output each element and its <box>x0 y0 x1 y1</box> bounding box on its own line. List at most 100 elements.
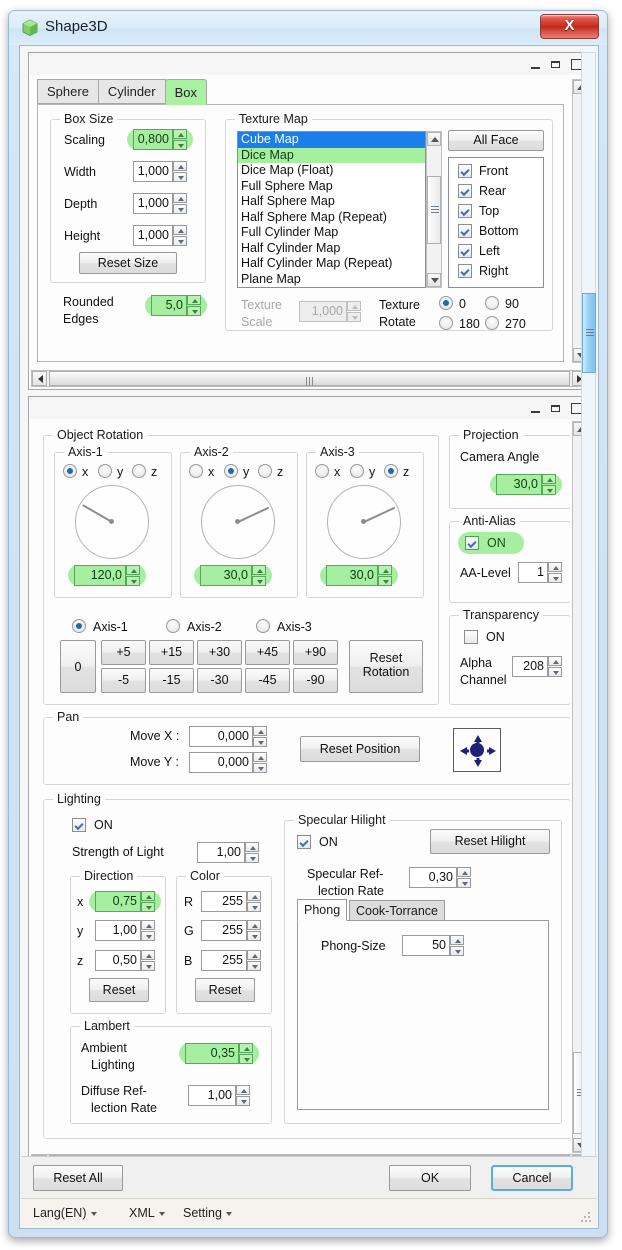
menu-xml[interactable]: XML <box>129 1206 165 1220</box>
minimize-icon[interactable] <box>531 403 542 414</box>
rotation-plus-15-button[interactable]: +15 <box>149 640 194 665</box>
strength-of-light-value[interactable]: 1,00 <box>197 842 245 863</box>
radio-texture-rotate-0[interactable] <box>439 296 453 310</box>
color-r-value[interactable]: 255 <box>201 891 247 912</box>
rotation-minus-5-button[interactable]: -5 <box>101 668 146 693</box>
list-item[interactable]: Plane Map <box>238 272 425 288</box>
pan-compass[interactable] <box>453 728 501 772</box>
width-value[interactable]: 1,000 <box>133 161 173 182</box>
checkbox-rear[interactable] <box>458 184 472 198</box>
reset-all-button[interactable]: Reset All <box>33 1165 123 1191</box>
axis-1-angle-spinner[interactable]: 120,0 <box>68 565 146 586</box>
color-reset-button[interactable]: Reset <box>195 978 255 1002</box>
depth-value[interactable]: 1,000 <box>133 193 173 214</box>
rotation-minus-15-button[interactable]: -15 <box>149 668 194 693</box>
texture-list-scrollbar[interactable] <box>426 131 442 288</box>
move-x-spinner[interactable]: 0,000 <box>189 726 267 747</box>
maximize-icon[interactable] <box>551 59 562 70</box>
list-item[interactable]: Half Sphere Map (Repeat) <box>238 210 425 226</box>
alpha-channel-arrows[interactable] <box>548 656 562 677</box>
list-item[interactable]: Half Sphere Map <box>238 194 425 210</box>
radio-axis2-x[interactable] <box>189 464 203 478</box>
color-r-spinner[interactable]: 255 <box>201 891 261 912</box>
tab-phong[interactable]: Phong <box>297 899 348 921</box>
radio-axis3-x[interactable] <box>315 464 329 478</box>
specular-rate-value[interactable]: 0,30 <box>409 867 457 888</box>
direction-x-value[interactable]: 0,75 <box>95 891 141 912</box>
scroll-up-icon[interactable] <box>427 132 441 146</box>
color-b-value[interactable]: 255 <box>201 950 247 971</box>
list-item[interactable]: Half Cylinder Map (Repeat) <box>238 256 425 272</box>
radio-axis2-y[interactable] <box>224 464 238 478</box>
reset-position-button[interactable]: Reset Position <box>300 736 420 762</box>
maximize-icon[interactable] <box>551 403 562 414</box>
minimize-icon[interactable] <box>531 59 542 70</box>
radio-texture-rotate-90[interactable] <box>485 296 499 310</box>
color-r-arrows[interactable] <box>247 891 261 912</box>
rotation-zero-button[interactable]: 0 <box>60 640 96 693</box>
texture-scale-arrows[interactable] <box>347 301 361 322</box>
list-item[interactable]: Cube Map <box>238 132 425 148</box>
phong-size-spinner[interactable]: 50 <box>402 935 464 956</box>
shape-frame-hscrollbar[interactable] <box>31 370 588 387</box>
aa-level-value[interactable]: 1 <box>518 562 548 583</box>
move-x-arrows[interactable] <box>253 726 267 747</box>
radio-axis1-y[interactable] <box>98 464 112 478</box>
rounded-edges-arrows[interactable] <box>187 295 201 316</box>
alpha-channel-spinner[interactable]: 208 <box>512 656 562 677</box>
list-item[interactable]: Dice Map <box>238 147 425 163</box>
scroll-left-icon[interactable] <box>32 371 47 386</box>
direction-z-spinner[interactable]: 0,50 <box>95 950 155 971</box>
depth-arrows[interactable] <box>173 193 187 214</box>
radio-axis3-z[interactable] <box>384 464 398 478</box>
strength-of-light-spinner[interactable]: 1,00 <box>197 842 259 863</box>
scaling-arrows[interactable] <box>173 129 187 150</box>
radio-axis3-y[interactable] <box>350 464 364 478</box>
axis-1-angle-arrows[interactable] <box>126 565 140 586</box>
color-g-arrows[interactable] <box>247 920 261 941</box>
checkbox-front[interactable] <box>458 164 472 178</box>
move-y-spinner[interactable]: 0,000 <box>189 752 267 773</box>
axis-3-angle-value[interactable]: 30,0 <box>326 565 378 586</box>
diffuse-rate-arrows[interactable] <box>236 1085 250 1106</box>
aa-level-spinner[interactable]: 1 <box>518 562 562 583</box>
height-spinner[interactable]: 1,000 <box>133 225 187 246</box>
checkbox-specular-on[interactable] <box>297 835 311 849</box>
radio-target-axis-3[interactable] <box>256 619 270 633</box>
direction-z-arrows[interactable] <box>141 950 155 971</box>
color-b-spinner[interactable]: 255 <box>201 950 261 971</box>
direction-z-value[interactable]: 0,50 <box>95 950 141 971</box>
scrollbar-thumb[interactable] <box>582 293 596 373</box>
menu-setting[interactable]: Setting <box>183 1206 232 1220</box>
width-spinner[interactable]: 1,000 <box>133 161 187 182</box>
direction-x-spinner[interactable]: 0,75 <box>89 891 161 912</box>
axis-1-dial[interactable] <box>75 485 149 559</box>
scroll-down-icon[interactable] <box>427 273 441 287</box>
aa-level-arrows[interactable] <box>548 562 562 583</box>
color-g-spinner[interactable]: 255 <box>201 920 261 941</box>
rotation-plus-90-button[interactable]: +90 <box>293 640 338 665</box>
texture-scale-value[interactable]: 1,000 <box>299 301 347 322</box>
checkbox-transparency-on[interactable] <box>464 630 478 644</box>
checkbox-top[interactable] <box>458 204 472 218</box>
reset-hilight-button[interactable]: Reset Hilight <box>430 829 550 854</box>
list-item[interactable]: Full Sphere Map <box>238 179 425 195</box>
axis-1-angle-value[interactable]: 120,0 <box>74 565 126 586</box>
tab-box[interactable]: Box <box>164 79 208 105</box>
rotation-plus-5-button[interactable]: +5 <box>101 640 146 665</box>
axis-2-dial[interactable] <box>201 485 275 559</box>
move-y-arrows[interactable] <box>253 752 267 773</box>
ambient-lighting-value[interactable]: 0,35 <box>185 1043 239 1064</box>
scrollbar-thumb[interactable] <box>49 371 570 386</box>
list-item[interactable]: Dice Map (Float) <box>238 163 425 179</box>
height-arrows[interactable] <box>173 225 187 246</box>
checkbox-lighting-on[interactable] <box>72 818 86 832</box>
direction-y-spinner[interactable]: 1,00 <box>95 920 155 941</box>
diffuse-rate-spinner[interactable]: 1,00 <box>188 1085 250 1106</box>
phong-size-value[interactable]: 50 <box>402 935 450 956</box>
strength-of-light-arrows[interactable] <box>245 842 259 863</box>
rotation-plus-45-button[interactable]: +45 <box>245 640 290 665</box>
radio-texture-rotate-270[interactable] <box>485 316 499 330</box>
radio-target-axis-1[interactable] <box>72 619 86 633</box>
color-b-arrows[interactable] <box>247 950 261 971</box>
